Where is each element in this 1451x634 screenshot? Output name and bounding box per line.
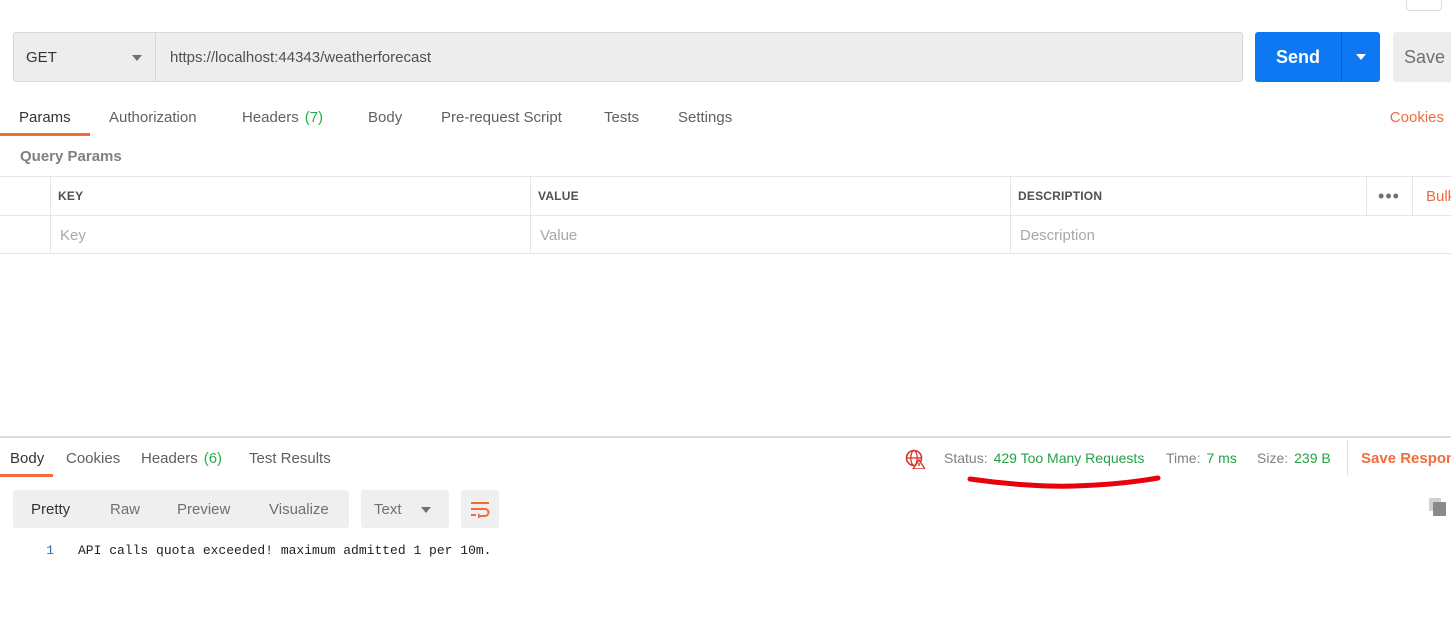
tab-label: Test Results [249,449,331,467]
format-select[interactable]: Text [361,490,449,528]
query-params-title: Query Params [20,148,122,165]
description-column-header: DESCRIPTION [1010,177,1366,215]
response-divider[interactable] [0,436,1451,438]
tab-label: Headers [141,449,198,467]
response-tabs: Body Cookies Headers (6) Test Results St… [0,440,1451,478]
tab-label: Tests [604,108,640,126]
tab-params[interactable]: Params [0,98,90,136]
value-input[interactable] [538,226,1010,244]
line-number: 1 [46,543,54,558]
request-tabs: Params Authorization Headers (7) Body Pr… [0,98,1451,136]
request-bar: GET Send Save [13,32,1451,82]
key-header-label: KEY [58,189,84,203]
bulk-edit-link[interactable]: Bulk [1412,177,1451,215]
view-raw-button[interactable]: Raw [110,490,140,528]
tab-label: Params [19,108,71,126]
value-column-header: VALUE [530,177,1010,215]
response-tab-cookies[interactable]: Cookies [66,440,120,476]
tab-pre-request-script[interactable]: Pre-request Script [441,98,562,136]
chevron-down-icon [132,55,142,61]
key-cell [50,216,530,254]
description-header-label: DESCRIPTION [1018,189,1103,203]
tab-label: Pre-request Script [441,108,562,126]
globe-warning-icon[interactable] [905,449,925,469]
wrap-lines-button[interactable] [461,490,499,528]
value-cell [530,216,1010,254]
send-button[interactable]: Send [1255,32,1342,82]
copy-icon[interactable] [1428,497,1448,517]
save-button[interactable]: Save [1393,32,1451,82]
line-text: API calls quota exceeded! maximum admitt… [78,543,492,558]
view-visualize-button[interactable]: Visualize [269,490,329,528]
send-group: Send [1255,32,1380,82]
key-column-header: KEY [50,177,530,215]
tab-label: Authorization [109,108,197,126]
response-tab-body[interactable]: Body [0,440,54,477]
tab-label: Headers [242,108,299,126]
code-line: 1 API calls quota exceeded! maximum admi… [0,540,1451,562]
description-input[interactable] [1018,226,1451,244]
view-mode-group: Pretty Raw Preview Visualize [13,490,349,528]
chevron-down-icon [1356,54,1366,60]
params-header-row: KEY VALUE DESCRIPTION ••• Bulk [0,176,1451,215]
response-tab-headers[interactable]: Headers (6) [141,440,222,476]
more-dots-icon: ••• [1378,185,1400,206]
tab-settings[interactable]: Settings [678,98,732,136]
tab-headers[interactable]: Headers (7) [242,98,323,136]
time-label: Time: [1166,450,1201,466]
key-input[interactable] [58,226,530,244]
word-wrap-icon [471,502,490,518]
chevron-down-icon [421,507,431,513]
params-table: KEY VALUE DESCRIPTION ••• Bul k [0,176,1451,254]
send-options-button[interactable] [1342,32,1380,82]
tab-label: Cookies [66,449,121,467]
format-value: Text [374,500,402,518]
tab-body[interactable]: Body [368,98,402,136]
size-value[interactable]: 239 B [1294,450,1331,466]
top-corner-button[interactable] [1406,0,1442,11]
response-headers-count: (6) [203,449,223,467]
headers-count: (7) [304,108,324,126]
save-response-button[interactable]: Save Respon [1347,440,1451,476]
time-value[interactable]: 7 ms [1206,450,1236,466]
view-pretty-button[interactable]: Pretty [31,490,70,528]
response-body[interactable]: 1 API calls quota exceeded! maximum admi… [0,540,1451,562]
size-readout: Size: 239 B [1257,440,1331,476]
method-value: GET [26,48,57,66]
value-header-label: VALUE [538,189,579,203]
tab-label: Body [10,449,45,467]
description-cell [1010,216,1451,254]
status-value[interactable]: 429 Too Many Requests [994,450,1145,466]
method-select[interactable]: GET [13,32,156,82]
response-tab-test-results[interactable]: Test Results [249,440,331,476]
status-label: Status: [944,450,988,466]
params-empty-row [0,215,1451,254]
size-label: Size: [1257,450,1289,466]
url-input[interactable] [156,32,1243,82]
more-options-button[interactable]: ••• [1366,177,1411,215]
tab-tests[interactable]: Tests [604,98,639,136]
tab-authorization[interactable]: Authorization [109,98,197,136]
tab-label: Body [368,108,403,126]
red-underline-annotation [967,475,1161,489]
cookies-link[interactable]: Cookies [1390,98,1444,136]
tab-label: Settings [678,108,733,126]
time-readout: Time: 7 ms [1166,440,1237,476]
view-preview-button[interactable]: Preview [177,490,230,528]
